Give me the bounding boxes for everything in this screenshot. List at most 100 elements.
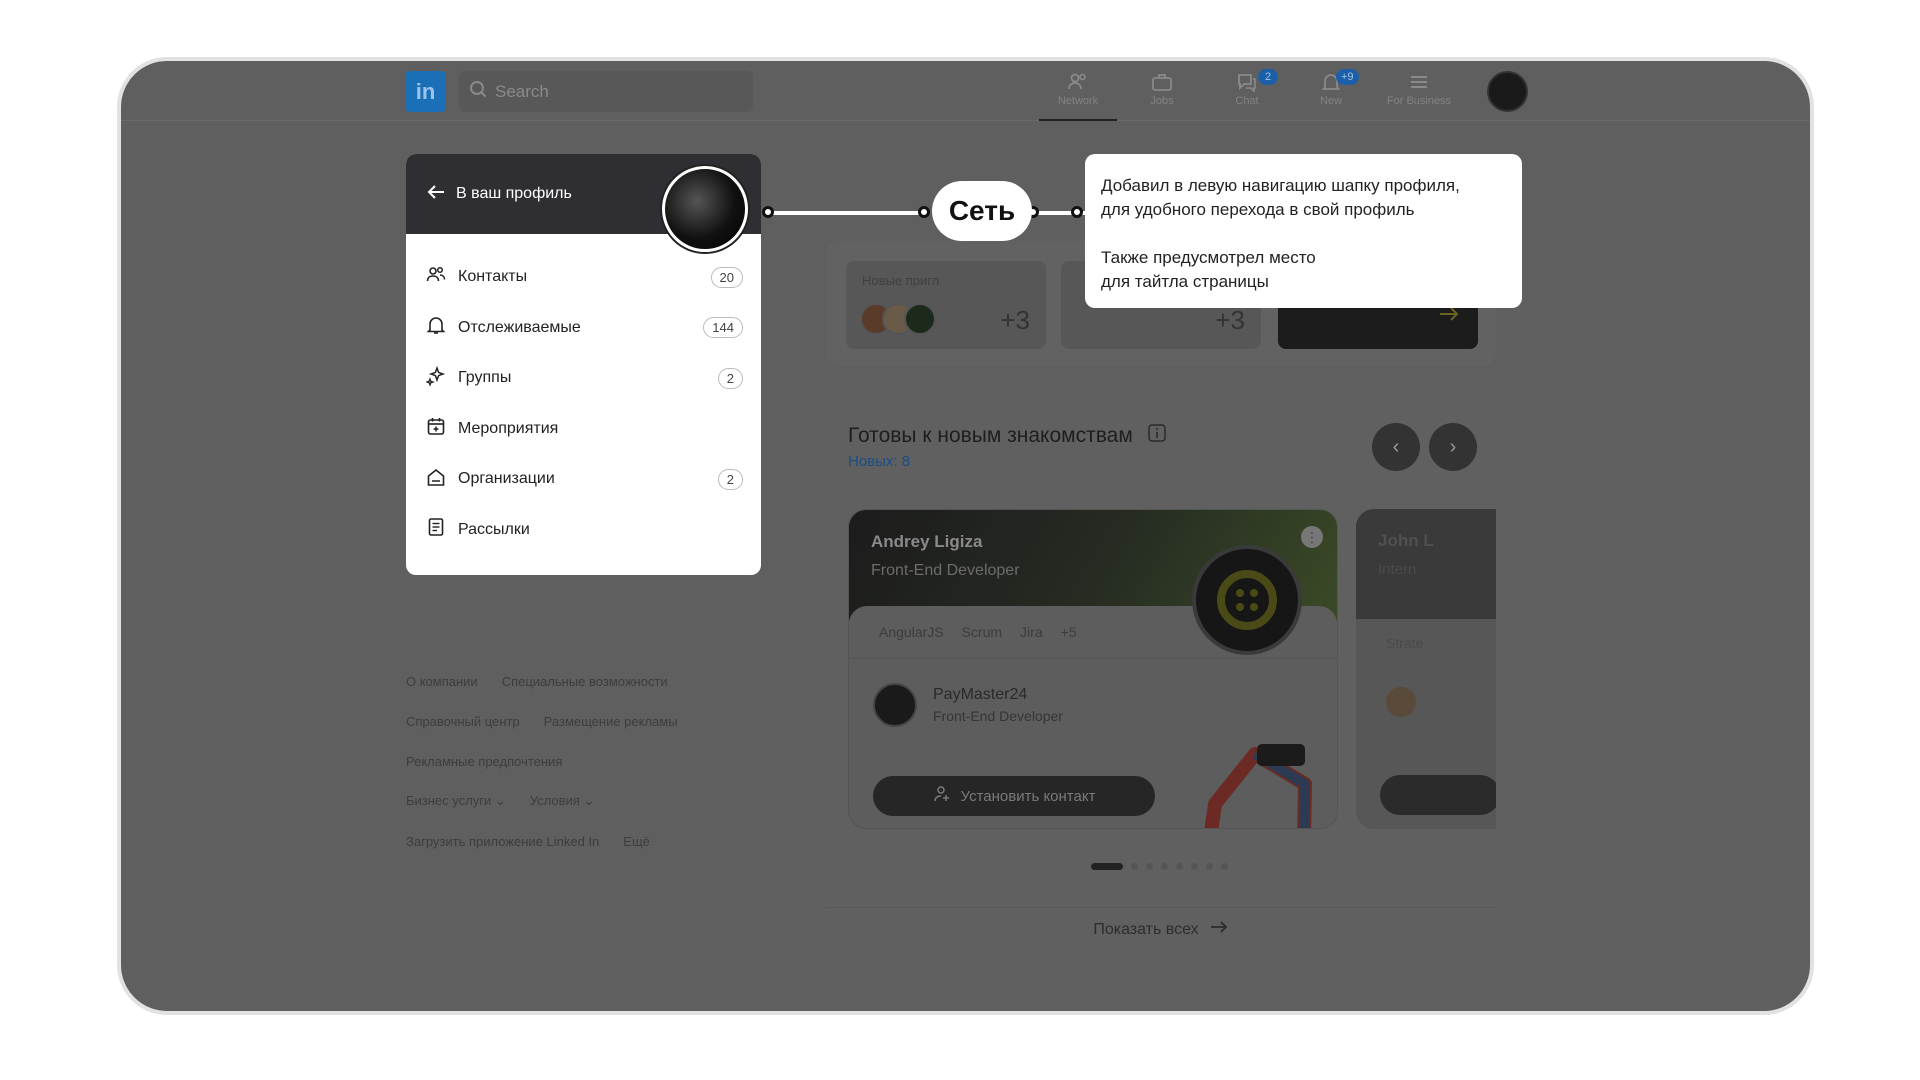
bell-icon (426, 315, 446, 340)
newsletter-icon (426, 517, 446, 542)
app-window: in Search Network Jobs 2 Chat +9 New For… (117, 57, 1814, 1015)
nav-jobs[interactable]: Jobs (1127, 69, 1197, 107)
footer-link-about[interactable]: О компании (406, 674, 478, 689)
count-badge: 20 (710, 266, 743, 288)
nav-new[interactable]: +9 New (1296, 69, 1366, 107)
page-dot-active[interactable] (1091, 863, 1123, 870)
profile-card-header: John L Intern (1356, 509, 1496, 619)
calendar-icon (426, 416, 446, 441)
sidebar-item-groups[interactable]: Группы 2 (406, 353, 761, 404)
sidebar-item-label: Рассылки (458, 520, 530, 538)
sidebar-item-label: Организации (458, 470, 555, 488)
footer-link-ads[interactable]: Размещение рекламы (544, 714, 678, 729)
search-input[interactable]: Search (459, 71, 753, 112)
connector-dot (1071, 206, 1083, 218)
nav-network-label: Network (1057, 95, 1099, 107)
nav-for-business[interactable]: For Business (1381, 69, 1457, 107)
left-navigation: В ваш профиль Контакты 20 Отслеживаемые … (406, 154, 761, 575)
nav-network[interactable]: Network (1039, 69, 1117, 121)
search-icon (469, 80, 487, 103)
company-logo (1386, 687, 1416, 717)
linkedin-logo[interactable]: in (405, 71, 446, 112)
new-invitations-tile[interactable]: Новые пригл +3 (846, 261, 1046, 349)
annotation-connector-line (766, 211, 928, 215)
page-dot[interactable] (1176, 863, 1183, 870)
next-button[interactable]: › (1429, 423, 1477, 471)
note-line: для тайтла страницы (1101, 272, 1269, 291)
count-badge: 2 (717, 468, 743, 490)
arrow-right-icon (1209, 919, 1229, 940)
skill-tag: AngularJS (879, 624, 944, 640)
sidebar-item-events[interactable]: Мероприятия (406, 404, 761, 455)
skill-tag: Scrum (961, 624, 1003, 640)
sidebar-item-label: Мероприятия (458, 419, 559, 437)
footer-link-ad-prefs[interactable]: Рекламные предпочтения (406, 754, 562, 769)
show-all-label: Показать всех (1093, 920, 1199, 938)
avatar (904, 303, 936, 335)
sparkle-icon (425, 365, 446, 391)
nav-chat-label: Chat (1235, 95, 1259, 107)
arrow-right-icon (1438, 305, 1460, 328)
nav-new-label: New (1319, 95, 1342, 107)
footer-link-help[interactable]: Справочный центр (406, 714, 520, 729)
sidebar-item-organizations[interactable]: Организации 2 (406, 454, 761, 505)
company-role: Front-End Developer (933, 708, 1063, 724)
chevron-right-icon: › (1449, 435, 1457, 458)
top-navbar: in Search Network Jobs 2 Chat +9 New For… (121, 61, 1810, 121)
company-name: PayMaster24 (933, 686, 1028, 703)
user-avatar[interactable] (1487, 71, 1528, 112)
skill-tag-more: +5 (1060, 624, 1077, 640)
nav-for-business-label: For Business (1386, 95, 1452, 107)
company-info: PayMaster24 Front-End Developer (849, 659, 1337, 751)
profile-name: John L (1378, 531, 1434, 550)
carousel-pagination (1091, 863, 1228, 870)
profile-avatar (1192, 545, 1302, 655)
note-line: для удобного перехода в свой профиль (1101, 200, 1415, 219)
footer-link-terms[interactable]: Условия ⌄ (530, 793, 595, 809)
search-placeholder: Search (495, 81, 549, 101)
skill-tag: Strate (1386, 635, 1424, 651)
page-dot[interactable] (1191, 863, 1198, 870)
more-options-icon[interactable]: ⋮ (1301, 526, 1323, 548)
sidebar-item-contacts[interactable]: Контакты 20 (406, 252, 761, 303)
briefcase-icon (1127, 69, 1197, 95)
chevron-down-icon: ⌄ (583, 793, 595, 808)
back-to-profile-label: В ваш профиль (456, 185, 572, 202)
count-badge: 2 (717, 367, 743, 389)
footer-link-business[interactable]: Бизнес услуги ⌄ (406, 793, 506, 809)
prev-button[interactable]: ‹ (1372, 423, 1420, 471)
notifications-badge: +9 (1336, 69, 1359, 85)
suggestions-card: Готовы к новым знакомствам Новых: 8 ‹ › … (826, 401, 1496, 951)
footer-link-app[interactable]: Загрузить приложение Linked In (406, 834, 599, 849)
invitation-avatars (860, 303, 936, 335)
note-line: Добавил в левую навигацию шапку профиля, (1101, 176, 1460, 195)
profile-suggestion-card-2[interactable]: John L Intern Strate (1356, 509, 1496, 829)
page-dot[interactable] (1206, 863, 1213, 870)
footer-link-accessibility[interactable]: Специальные возможности (502, 674, 668, 689)
new-invitations-label: Новые пригл (862, 273, 940, 288)
page-dot[interactable] (1146, 863, 1153, 870)
count-badge: 144 (703, 317, 743, 339)
profile-avatar[interactable] (662, 166, 748, 252)
profile-suggestion-card[interactable]: Andrey Ligiza Front-End Developer ⋮ Angu… (848, 509, 1338, 829)
connect-button[interactable]: Установить контакт (873, 776, 1155, 816)
page-dot[interactable] (1221, 863, 1228, 870)
connect-button[interactable] (1380, 775, 1496, 815)
sidebar-item-label: Контакты (458, 268, 528, 286)
show-all-button[interactable]: Показать всех (826, 907, 1496, 951)
sidebar-item-newsletters[interactable]: Рассылки (406, 505, 761, 556)
sidebar-item-label: Группы (458, 369, 512, 387)
annotation-pill: Сеть (932, 181, 1032, 241)
info-icon[interactable] (1147, 423, 1167, 449)
arrow-left-icon (426, 183, 446, 206)
footer-terms-label: Условия (529, 793, 580, 808)
annotation-note: Добавил в левую навигацию шапку профиля,… (1085, 154, 1522, 308)
chevron-left-icon: ‹ (1392, 435, 1400, 458)
sidebar-item-following[interactable]: Отслеживаемые 144 (406, 303, 761, 354)
nav-chat[interactable]: 2 Chat (1212, 69, 1282, 107)
footer-link-more[interactable]: Ещё (623, 834, 650, 849)
page-dot[interactable] (1161, 863, 1168, 870)
page-dot[interactable] (1131, 863, 1138, 870)
footer-business-label: Бизнес услуги (406, 793, 492, 808)
contacts-icon (426, 265, 446, 290)
